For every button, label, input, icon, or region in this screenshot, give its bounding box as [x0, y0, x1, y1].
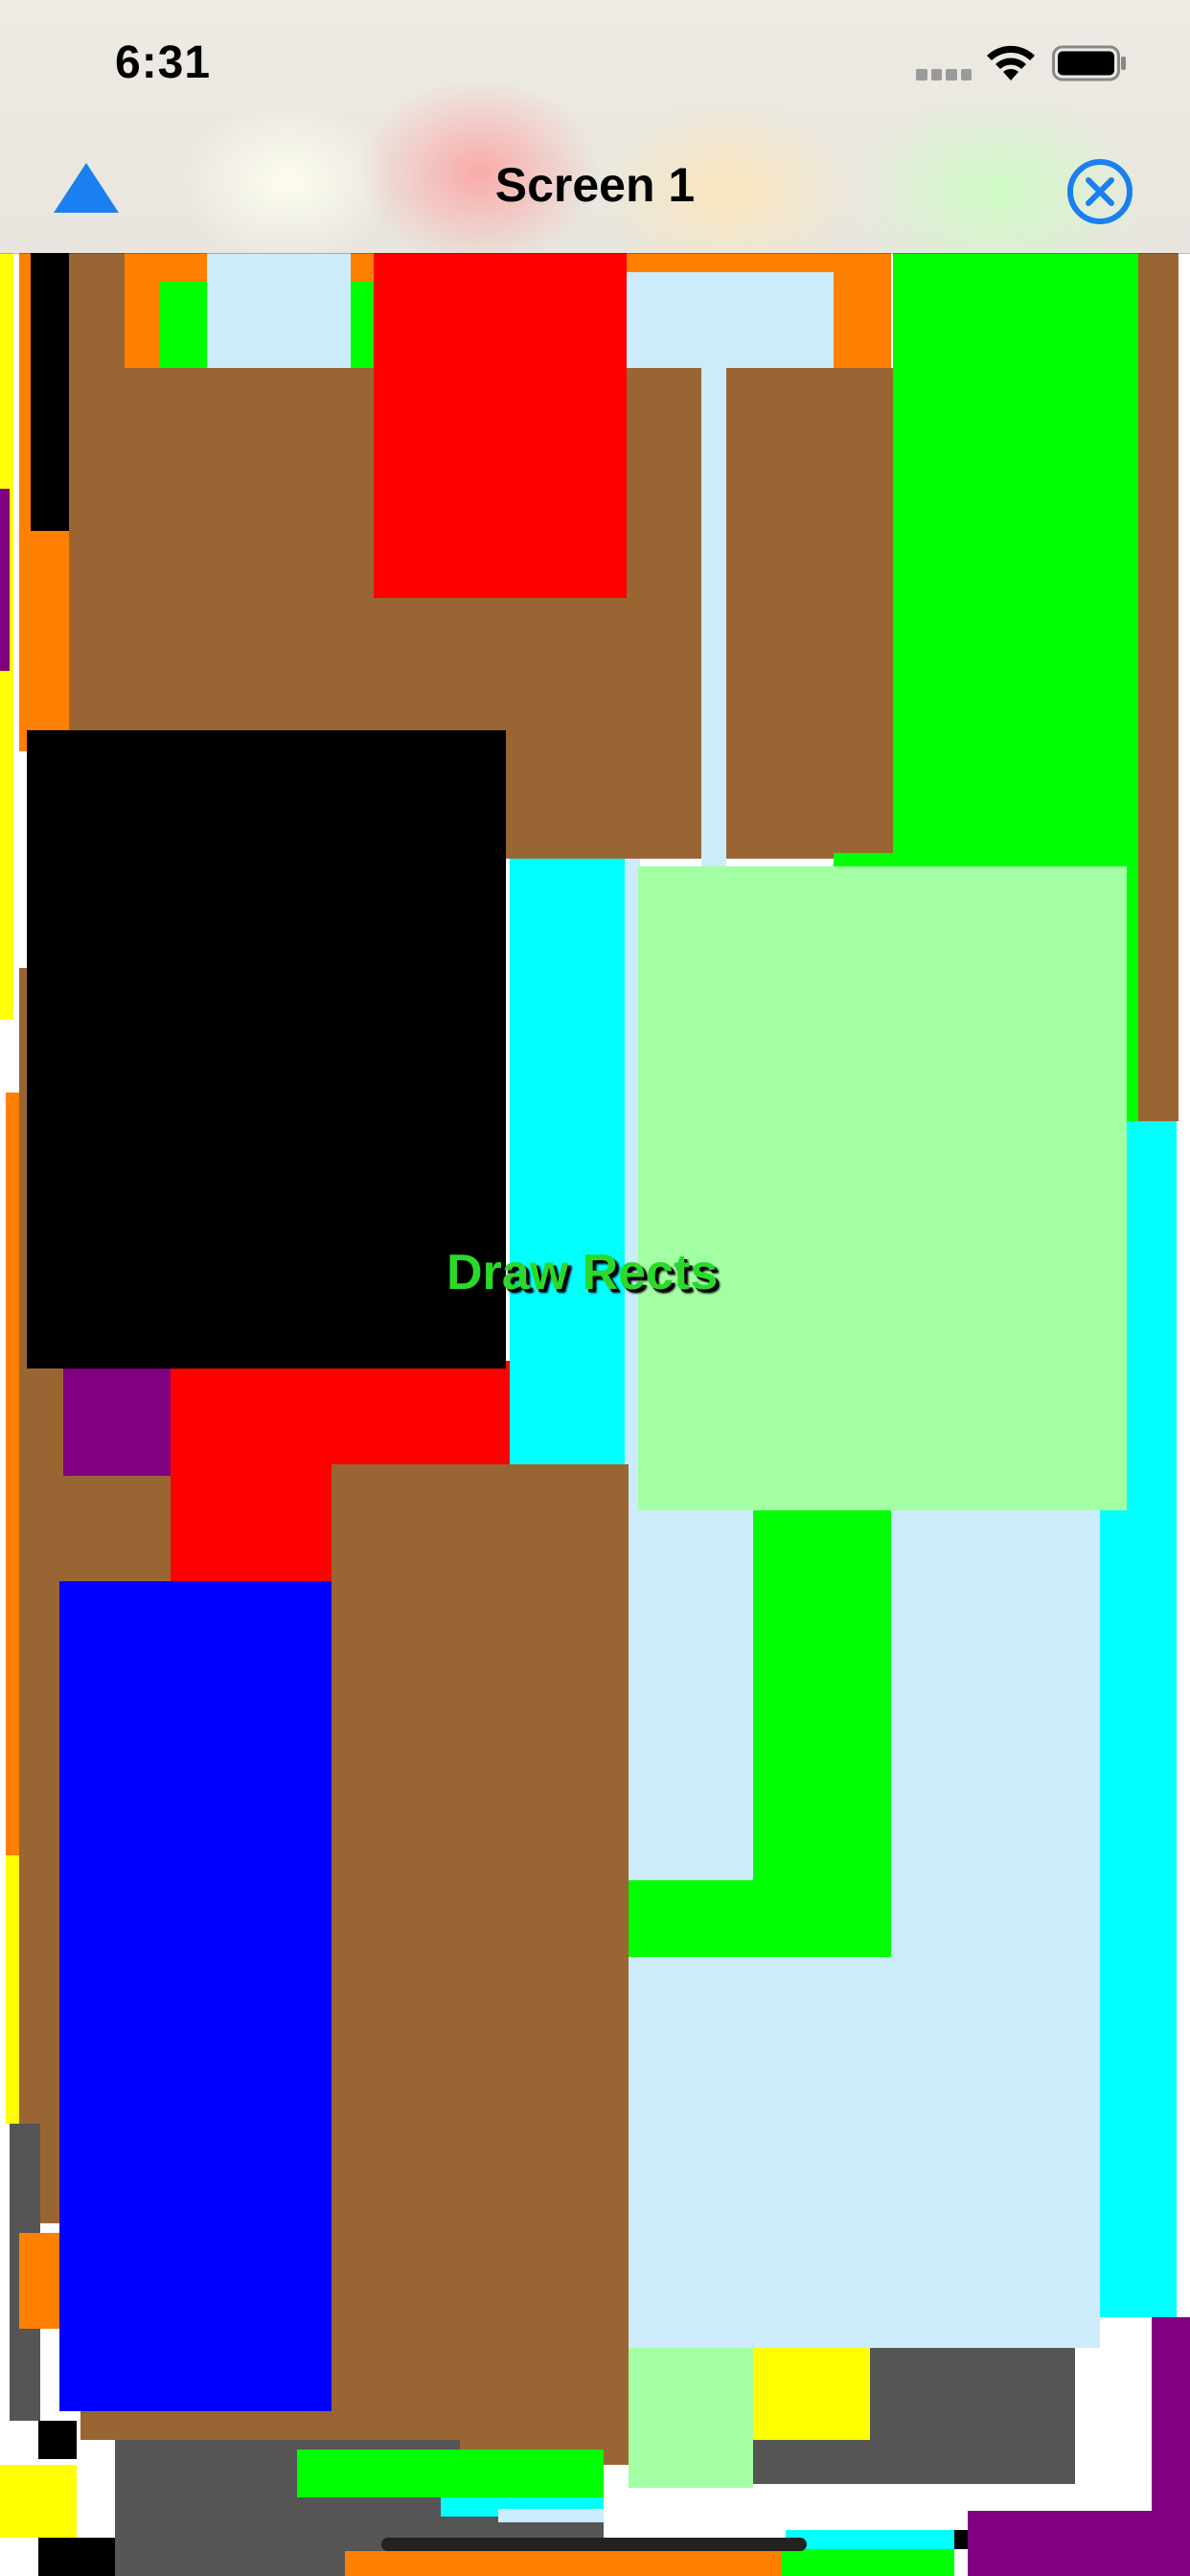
rect-brown — [332, 1464, 629, 2465]
navigation-bar: Screen 1 — [0, 134, 1190, 254]
home-indicator[interactable] — [381, 2538, 807, 2551]
rect-black — [27, 730, 506, 1368]
rect-light-blue — [498, 2509, 604, 2522]
nav-title: Screen 1 — [494, 158, 696, 212]
rect-yellow — [0, 2465, 77, 2538]
draw-rects-label[interactable]: Draw Rects — [446, 1244, 718, 1301]
rect-purple — [63, 1361, 172, 1476]
wifi-icon — [987, 45, 1035, 80]
rect-cyan — [786, 2530, 958, 2549]
rect-yellow — [753, 2348, 870, 2440]
rect-light-green — [629, 2348, 753, 2488]
rect-yellow — [6, 1855, 19, 2124]
rect-green — [297, 2450, 604, 2497]
rect-brown — [726, 368, 893, 859]
rect-black — [31, 253, 69, 531]
rect-light-green — [638, 866, 1127, 1510]
rect-light-blue — [701, 368, 726, 866]
rect-blue — [59, 1581, 332, 2411]
rect-brown — [80, 2411, 332, 2440]
rect-cyan — [510, 859, 625, 1464]
cellular-signal-icon — [916, 67, 972, 80]
rect-light-blue — [207, 253, 351, 368]
close-circle-icon[interactable] — [1065, 157, 1134, 226]
status-bar: 6:31 — [0, 0, 1190, 134]
battery-icon — [1052, 45, 1126, 81]
draw-rects-canvas[interactable]: Draw Rects — [0, 0, 1190, 2576]
rect-red — [374, 253, 627, 598]
rect-green — [629, 1880, 891, 1957]
rect-orange — [19, 2233, 61, 2329]
rect-purple — [0, 489, 10, 671]
rect-brown — [1138, 253, 1179, 1121]
screen: Draw Rects 6:31 Screen 1 — [0, 0, 1190, 2576]
rect-green — [782, 2549, 954, 2576]
rect-orange — [345, 2551, 786, 2576]
status-time: 6:31 — [115, 37, 212, 88]
rect-light-blue — [627, 272, 834, 368]
rect-purple — [1152, 2317, 1190, 2576]
rect-black — [38, 2421, 77, 2459]
